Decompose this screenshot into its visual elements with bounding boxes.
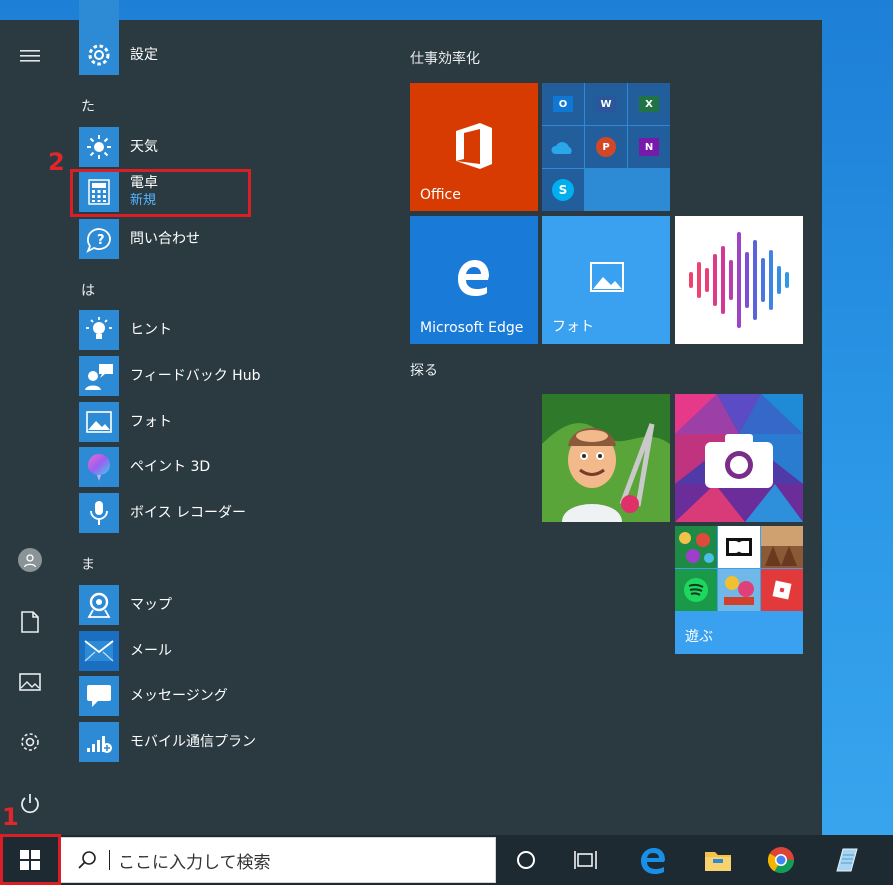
app-label: フィードバック Hub xyxy=(130,367,261,384)
tile-office-apps-folder[interactable]: O W X P N S xyxy=(542,83,670,211)
tile-camera[interactable] xyxy=(675,394,803,522)
photo-icon xyxy=(79,402,119,442)
office-logo-icon xyxy=(456,123,492,169)
game-character-image xyxy=(542,394,670,522)
edge-icon xyxy=(641,848,665,874)
app-label: メッセージング xyxy=(130,687,228,704)
app-item-tips[interactable]: ヒント xyxy=(79,310,369,350)
tile-office[interactable]: Office xyxy=(410,83,538,211)
task-view-button[interactable] xyxy=(566,840,606,880)
app-tile-icon xyxy=(79,0,119,38)
microphone-icon xyxy=(79,493,119,533)
app-item-maps[interactable]: マップ xyxy=(79,585,369,625)
app-label: ヒント xyxy=(130,321,172,338)
camera-icon xyxy=(675,394,803,522)
paint-drop-icon xyxy=(79,447,119,487)
app-item-settings[interactable]: 設定 xyxy=(79,35,369,75)
app-item-get-help[interactable]: ? 問い合わせ xyxy=(79,219,369,259)
start-menu: 設定 た 天気 電卓 新規 ? 問い合わせ は ヒント フィードバック Hub … xyxy=(0,0,822,835)
alpha-header-ha[interactable]: は xyxy=(81,280,95,300)
app-item-mail[interactable]: メール xyxy=(79,631,369,671)
app-label: モバイル通信プラン xyxy=(130,733,256,750)
alpha-header-ta[interactable]: た xyxy=(81,96,95,116)
tile-play-folder[interactable]: 遊ぶ xyxy=(675,526,803,654)
app-list: 設定 た 天気 電卓 新規 ? 問い合わせ は ヒント フィードバック Hub … xyxy=(0,0,390,835)
taskbar-edge[interactable] xyxy=(633,840,673,880)
map-pin-icon xyxy=(79,585,119,625)
roblox-icon xyxy=(761,569,803,611)
app-label: 設定 xyxy=(130,46,158,63)
task-view-icon xyxy=(574,851,597,869)
tile-label: Microsoft Edge xyxy=(420,320,524,336)
app-label: マップ xyxy=(130,596,172,613)
alpha-header-ma[interactable]: ま xyxy=(81,554,95,574)
app-item-mobile-plans[interactable]: モバイル通信プラン xyxy=(79,722,369,762)
outlook-icon: O xyxy=(542,83,584,125)
taskbar-chrome[interactable] xyxy=(761,840,801,880)
app-item-messaging[interactable]: メッセージング xyxy=(79,676,369,716)
app-item-paint3d[interactable]: ペイント 3D xyxy=(79,447,369,487)
svg-text:?: ? xyxy=(97,233,105,248)
edge-logo-icon xyxy=(458,260,489,296)
app-item-voice-recorder[interactable]: ボイス レコーダー xyxy=(79,493,369,533)
powerpoint-icon: P xyxy=(585,126,627,168)
app-item-photos[interactable]: フォト xyxy=(79,402,369,442)
tile-label: 遊ぶ xyxy=(685,629,713,645)
lightbulb-icon xyxy=(79,310,119,350)
dolby-icon xyxy=(718,526,760,568)
app-label: 問い合わせ xyxy=(130,230,200,247)
signal-bars-icon xyxy=(79,722,119,762)
tile-label: フォト xyxy=(552,319,594,335)
app-item-feedback-hub[interactable]: フィードバック Hub xyxy=(79,356,369,396)
game-thumb-icon xyxy=(718,569,760,611)
text-cursor xyxy=(109,850,110,870)
app-label: ボイス レコーダー xyxy=(130,504,247,521)
skype-icon: S xyxy=(542,169,584,211)
tile-photos[interactable]: フォト xyxy=(542,216,670,344)
taskbar: ここに入力して検索 xyxy=(0,835,893,885)
onenote-icon: N xyxy=(628,126,670,168)
tile-label: Office xyxy=(420,187,461,203)
photo-icon xyxy=(590,262,624,292)
search-box[interactable]: ここに入力して検索 xyxy=(60,837,496,883)
tile-sound-wave[interactable] xyxy=(675,216,803,344)
mail-icon xyxy=(79,631,119,671)
excel-icon: X xyxy=(628,83,670,125)
sound-wave-icon xyxy=(689,232,789,328)
app-label: メール xyxy=(130,642,172,659)
group-title-productivity[interactable]: 仕事効率化 xyxy=(410,48,480,68)
notepad-icon xyxy=(836,848,858,872)
highlight-start-button xyxy=(0,834,61,885)
cortana-circle-icon xyxy=(517,851,535,869)
help-bubble-icon: ? xyxy=(79,219,119,259)
gear-icon xyxy=(79,35,119,75)
tile-gardenscapes[interactable] xyxy=(542,394,670,522)
app-item-partial[interactable] xyxy=(79,0,369,38)
group-title-explore[interactable]: 探る xyxy=(410,360,438,380)
app-label: ペイント 3D xyxy=(130,458,211,475)
step-number-1: 1 xyxy=(2,803,19,831)
app-item-weather[interactable]: 天気 xyxy=(79,127,369,167)
app-label: 天気 xyxy=(130,138,158,155)
game-thumb-icon xyxy=(675,526,717,568)
cortana-button[interactable] xyxy=(506,840,546,880)
folder-icon xyxy=(705,852,731,871)
spotify-icon xyxy=(675,569,717,611)
chat-bubble-icon xyxy=(79,676,119,716)
highlight-calculator xyxy=(70,169,251,217)
search-icon xyxy=(78,851,96,869)
onedrive-icon xyxy=(542,126,584,168)
game-thumb-icon xyxy=(761,526,803,568)
sun-icon xyxy=(79,127,119,167)
app-label: フォト xyxy=(130,413,172,430)
tile-edge[interactable]: Microsoft Edge xyxy=(410,216,538,344)
taskbar-app[interactable] xyxy=(826,840,866,880)
chrome-icon xyxy=(767,847,795,874)
step-number-2: 2 xyxy=(48,148,65,176)
feedback-person-icon xyxy=(79,356,119,396)
word-icon: W xyxy=(585,83,627,125)
search-placeholder: ここに入力して検索 xyxy=(118,852,271,873)
taskbar-file-explorer[interactable] xyxy=(698,840,738,880)
